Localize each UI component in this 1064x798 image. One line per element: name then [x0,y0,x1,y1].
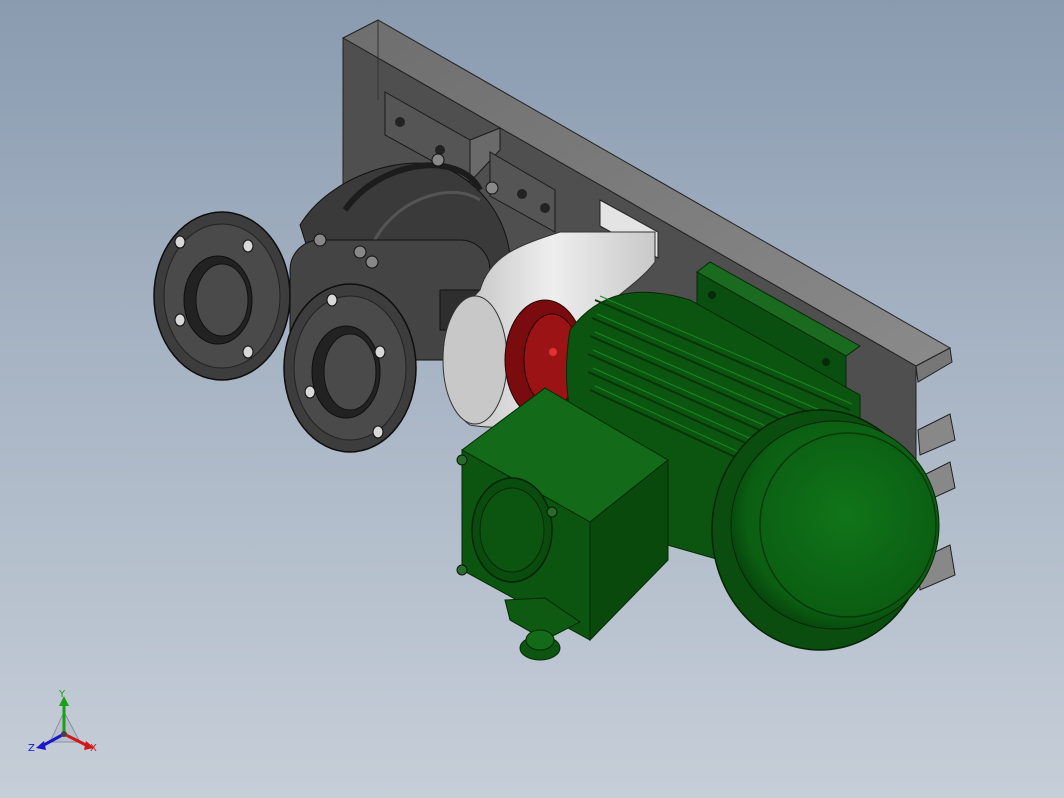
coordinate-triad: Y X Z [28,689,97,754]
z-axis-label: Z [28,743,35,754]
x-axis-label: X [90,743,97,754]
suction-flange[interactable] [153,211,291,381]
discharge-flange[interactable] [283,283,417,453]
y-axis-label: Y [58,689,66,700]
model-canvas[interactable]: Y X Z [0,0,1064,798]
graphics-viewport[interactable]: Y X Z [0,0,1064,798]
